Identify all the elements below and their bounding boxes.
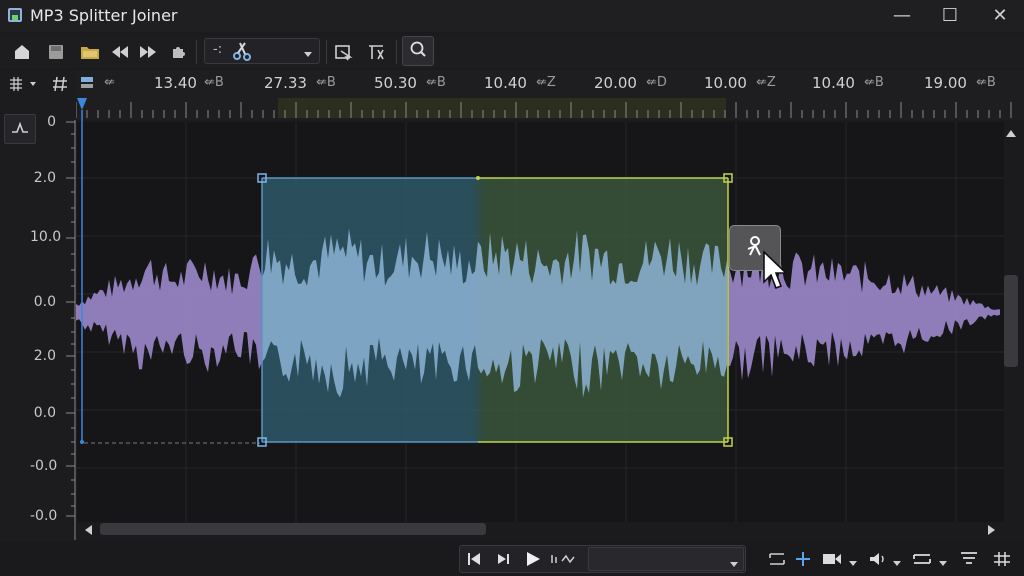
mouse-cursor-icon [763, 250, 788, 290]
horizontal-scrollbar-thumb[interactable] [100, 523, 486, 535]
window-title: MP3 Splitter Joiner [30, 6, 178, 25]
grid-snap-dropdown[interactable] [6, 74, 42, 94]
scroll-up-arrow[interactable] [1004, 124, 1018, 143]
chevron-down-icon[interactable] [848, 553, 858, 572]
vertical-scrollbar-thumb[interactable] [1004, 275, 1018, 367]
chevron-down-icon[interactable] [892, 553, 902, 572]
ruler-unit: ⇍B [976, 75, 996, 90]
trim-icon[interactable] [364, 40, 388, 64]
open-icon[interactable] [10, 40, 34, 64]
ruler-time-label: 50.30 [374, 74, 417, 92]
chevron-down-icon [303, 44, 313, 63]
folder-icon[interactable] [78, 40, 102, 64]
y-axis-label: 2.0 [33, 170, 56, 186]
layers-icon[interactable] [912, 551, 932, 571]
skip-forward-icon[interactable] [136, 40, 160, 64]
playhead[interactable] [74, 96, 94, 448]
ruler-unit: ⇍D [646, 75, 667, 90]
ruler-unit: ⇍B [426, 75, 446, 90]
y-axis-label: 0.0 [33, 294, 56, 310]
save-icon[interactable] [44, 40, 68, 64]
ruler-unit: ⇍B [204, 75, 224, 90]
play-icon[interactable] [524, 550, 542, 572]
loop-icon[interactable] [550, 551, 576, 571]
toolbar-divider [196, 40, 197, 64]
video-icon[interactable] [822, 551, 844, 571]
tool-select[interactable]: -: [204, 38, 320, 64]
ruler-unit: ⇍B [316, 75, 336, 90]
y-axis-label: -0.0 [30, 458, 58, 474]
ruler-time-label: 19.00 [924, 74, 967, 92]
ruler-unit: ⇍B [864, 75, 884, 90]
zoom-icon [409, 40, 427, 62]
ruler-time-label: 10.40 [812, 74, 855, 92]
add-marker-icon[interactable] [794, 550, 812, 572]
minimize-button[interactable]: — [890, 4, 914, 28]
tool-select-value: -: [213, 42, 223, 57]
y-axis-label: 10.0 [30, 229, 62, 245]
toolbar-divider [396, 40, 397, 64]
y-axis-label: 0.0 [33, 405, 56, 421]
equalizer-icon[interactable] [958, 550, 980, 572]
scroll-right-arrow[interactable] [986, 522, 998, 541]
cut-tool-icon [231, 40, 257, 66]
volume-icon[interactable] [868, 551, 888, 571]
step-forward-icon[interactable] [496, 551, 512, 571]
ruler-time-label: 10.40 [484, 74, 527, 92]
tracks-icon[interactable] [768, 551, 786, 571]
hash-grid-icon[interactable] [50, 74, 70, 94]
ruler-time-label: 27.33 [264, 74, 307, 92]
envelope-icon [10, 120, 30, 142]
y-axis-label: 2.0 [33, 348, 56, 364]
y-axis-label: -0.0 [30, 508, 58, 524]
ruler-unit: ⇍ [104, 75, 115, 90]
playback-select[interactable] [588, 547, 744, 571]
maximize-button[interactable]: ☐ [938, 4, 962, 28]
zoom-button[interactable] [402, 36, 434, 66]
ruler-time-label: 10.00 [704, 74, 747, 92]
app-icon [8, 8, 22, 22]
close-button[interactable]: ✕ [988, 4, 1012, 28]
toolbar-divider [326, 40, 327, 64]
scroll-left-arrow[interactable] [82, 522, 94, 541]
selection-guide-line [84, 442, 260, 444]
chevron-down-icon[interactable] [938, 553, 948, 572]
skip-start-icon[interactable] [466, 551, 482, 571]
selection-region[interactable] [256, 172, 736, 448]
puzzle-icon[interactable] [166, 40, 190, 64]
track-icon [80, 74, 96, 94]
y-axis-label: 0 [47, 114, 56, 130]
ruler-time-label: 20.00 [594, 74, 637, 92]
ruler-unit: ⇍Z [756, 75, 776, 90]
grid-icon[interactable] [992, 550, 1012, 572]
ruler-ticks [76, 102, 1012, 118]
ruler-time-label: 13.40 [154, 74, 197, 92]
select-region-icon[interactable] [332, 40, 356, 64]
chevron-down-icon [729, 554, 739, 573]
skip-back-icon[interactable] [108, 40, 132, 64]
ruler-unit: ⇍Z [536, 75, 556, 90]
